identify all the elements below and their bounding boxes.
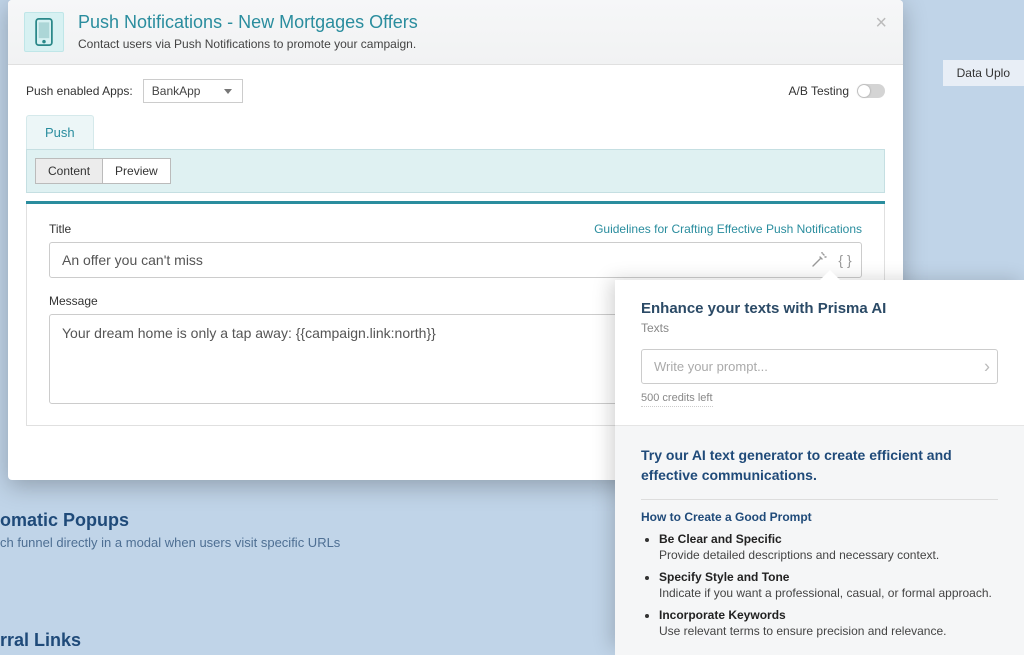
- message-label: Message: [49, 294, 98, 308]
- bg-section-popups: omatic Popups ch funnel directly in a mo…: [0, 510, 340, 550]
- ab-toggle[interactable]: [857, 84, 885, 98]
- close-icon[interactable]: ×: [875, 12, 887, 35]
- braces-icon[interactable]: { }: [834, 249, 856, 271]
- bg-popups-title: omatic Popups: [0, 510, 340, 531]
- chevron-right-icon[interactable]: ›: [984, 356, 990, 377]
- title-input[interactable]: [49, 242, 862, 278]
- ai-tips-list: Be Clear and SpecificProvide detailed de…: [641, 532, 998, 638]
- ai-prompt-input[interactable]: [641, 349, 998, 384]
- ai-howto-heading: How to Create a Good Prompt: [641, 510, 998, 524]
- apps-selected: BankApp: [152, 84, 201, 98]
- ai-divider: [641, 499, 998, 500]
- bg-popups-desc: ch funnel directly in a modal when users…: [0, 535, 340, 550]
- ai-panel: Enhance your texts with Prisma AI Texts …: [615, 280, 1024, 648]
- subtabs: Content Preview: [35, 158, 876, 184]
- modal-header: Push Notifications - New Mortgages Offer…: [8, 0, 903, 65]
- subtab-preview[interactable]: Preview: [102, 158, 171, 184]
- ai-credits: 500 credits left: [641, 392, 713, 407]
- chevron-down-icon: [224, 89, 232, 94]
- guidelines-link[interactable]: Guidelines for Crafting Effective Push N…: [594, 222, 862, 236]
- bg-menu-data-upload[interactable]: Data Uplo: [943, 60, 1024, 86]
- subtab-content[interactable]: Content: [35, 158, 102, 184]
- title-label: Title: [49, 222, 71, 236]
- ai-tip: Specify Style and ToneIndicate if you wa…: [659, 570, 998, 600]
- apps-label: Push enabled Apps:: [26, 84, 133, 98]
- ai-heading: Enhance your texts with Prisma AI: [641, 300, 998, 317]
- apps-select[interactable]: BankApp: [143, 79, 243, 103]
- ab-label: A/B Testing: [789, 84, 849, 98]
- ai-tip: Incorporate KeywordsUse relevant terms t…: [659, 608, 998, 638]
- magic-wand-icon[interactable]: [808, 249, 830, 271]
- ai-tip: Be Clear and SpecificProvide detailed de…: [659, 532, 998, 562]
- modal-title: Push Notifications - New Mortgages Offer…: [78, 12, 418, 33]
- ai-sub: Texts: [641, 321, 998, 335]
- ai-panel-arrow: [820, 270, 840, 280]
- ai-try-text: Try our AI text generator to create effi…: [641, 446, 998, 485]
- modal-subtitle: Contact users via Push Notifications to …: [78, 37, 418, 51]
- tab-push[interactable]: Push: [26, 115, 94, 149]
- phone-icon: [24, 12, 64, 52]
